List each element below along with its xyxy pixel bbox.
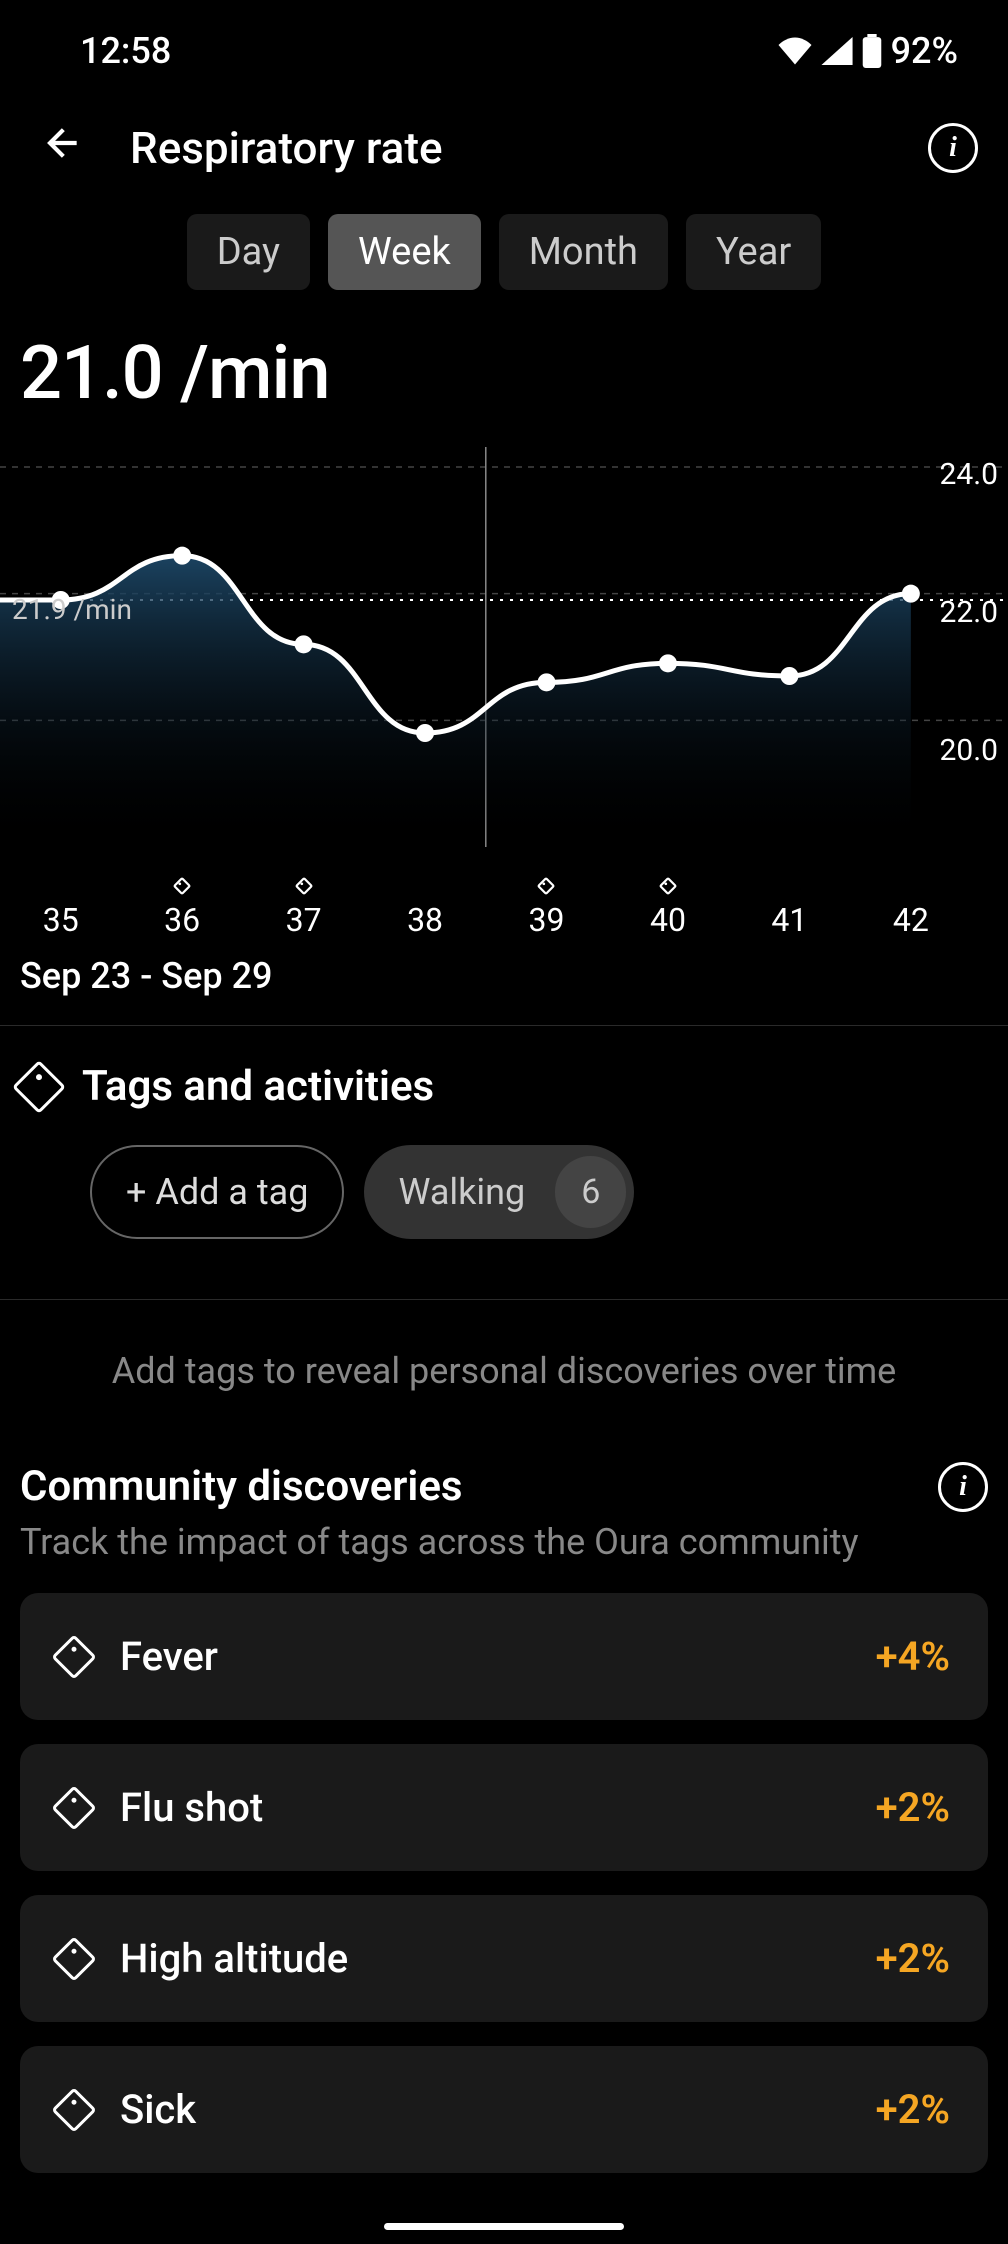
discovery-label: Flu shot (120, 1784, 876, 1831)
community-title: Community discoveries (20, 1462, 938, 1511)
tab-day[interactable]: Day (187, 214, 310, 290)
discovery-delta: +2% (876, 2086, 950, 2133)
info-icon[interactable]: i (928, 123, 978, 173)
x-tick: 41 (771, 867, 807, 939)
tab-week[interactable]: Week (328, 214, 481, 290)
back-arrow-icon[interactable] (40, 123, 80, 173)
x-tick: 36 (164, 867, 200, 939)
tags-hint: Add tags to reveal personal discoveries … (0, 1300, 1008, 1452)
tab-month[interactable]: Month (499, 214, 668, 290)
status-right: 92% (777, 30, 958, 72)
tag-icon (51, 1936, 96, 1981)
community-header: Community discoveries Track the impact o… (0, 1452, 1008, 1593)
tag-icon (51, 1634, 96, 1679)
discovery-label: Fever (120, 1633, 876, 1680)
tags-section: Tags and activities + Add a tag Walking … (0, 1026, 1008, 1299)
tag-icon (51, 2087, 96, 2132)
x-tick: 39 (529, 867, 565, 939)
tags-heading-text: Tags and activities (82, 1062, 434, 1111)
discovery-card[interactable]: Sick +2% (20, 2046, 988, 2173)
y-tick-24: 24.0 (940, 457, 999, 492)
discovery-label: Sick (120, 2086, 876, 2133)
battery-percent: 92% (891, 30, 958, 72)
community-info-icon[interactable]: i (938, 1462, 988, 1512)
status-time: 12:58 (80, 30, 171, 72)
tag-icon (51, 1785, 96, 1830)
header: Respiratory rate i (0, 92, 1008, 204)
home-indicator[interactable] (384, 2223, 624, 2230)
time-range-tabs: Day Week Month Year (0, 204, 1008, 320)
tag-icon (12, 1060, 66, 1114)
tag-pill-label: Walking (398, 1171, 525, 1213)
add-tag-button[interactable]: + Add a tag (90, 1145, 344, 1239)
community-subtitle: Track the impact of tags across the Oura… (20, 1521, 938, 1563)
page-title: Respiratory rate (130, 122, 878, 174)
discovery-card[interactable]: Fever +4% (20, 1593, 988, 1720)
x-tick: 42 (893, 867, 929, 939)
battery-icon (861, 34, 883, 68)
x-tick: 38 (407, 867, 443, 939)
discovery-card[interactable]: High altitude +2% (20, 1895, 988, 2022)
chart-svg (0, 447, 1008, 917)
discovery-card[interactable]: Flu shot +2% (20, 1744, 988, 1871)
chart[interactable]: 24.0 22.0 20.0 21.9 /min 353637383940414… (0, 447, 1008, 917)
wifi-icon (777, 37, 813, 65)
add-tag-label: + Add a tag (126, 1171, 308, 1213)
discovery-list: Fever +4% Flu shot +2% High altitude +2%… (0, 1593, 1008, 2173)
discovery-delta: +2% (876, 1935, 950, 1982)
tag-pill-count: 6 (555, 1156, 626, 1228)
tag-pill-walking[interactable]: Walking 6 (364, 1145, 634, 1239)
x-tick: 40 (650, 867, 686, 939)
y-tick-22: 22.0 (940, 595, 999, 630)
tags-row: + Add a tag Walking 6 (20, 1111, 988, 1279)
avg-label: 21.9 /min (12, 593, 132, 626)
x-tick: 35 (43, 867, 79, 939)
discovery-label: High altitude (120, 1935, 876, 1982)
tags-heading: Tags and activities (20, 1062, 988, 1111)
x-tick: 37 (286, 867, 322, 939)
metric-value: 21.0 /min (0, 320, 1008, 447)
discovery-delta: +4% (876, 1633, 950, 1680)
discovery-delta: +2% (876, 1784, 950, 1831)
y-tick-20: 20.0 (940, 733, 999, 768)
status-bar: 12:58 92% (0, 0, 1008, 92)
tab-year[interactable]: Year (686, 214, 821, 290)
signal-icon (821, 37, 853, 65)
date-range: Sep 23 - Sep 29 (0, 937, 1008, 1025)
